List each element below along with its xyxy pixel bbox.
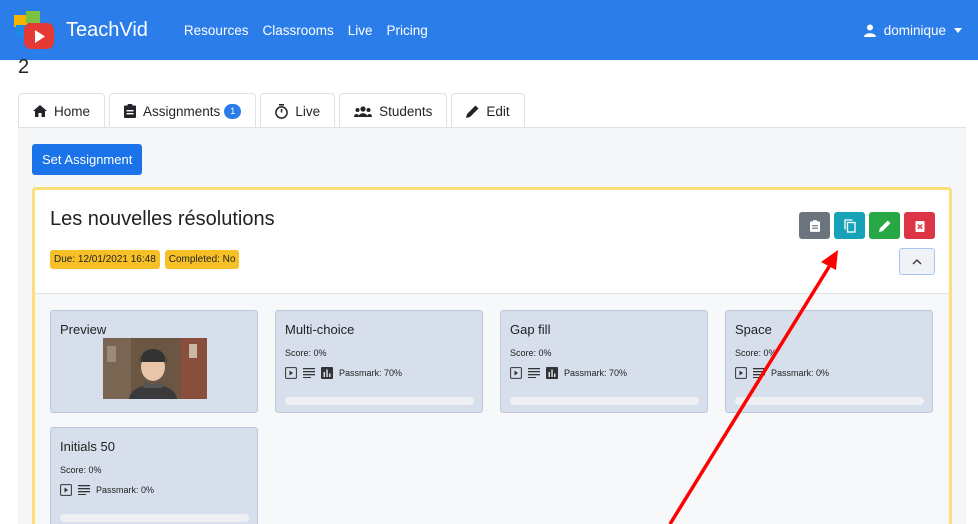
tab-label: Assignments [143,103,221,119]
activity-meta: Passmark: 0% [735,367,829,379]
activity-tile-preview[interactable]: Preview [50,310,258,413]
user-menu[interactable]: dominique [863,0,962,60]
page-number: 2 [18,56,30,78]
activity-title: Multi-choice [285,322,355,337]
activity-tile-space[interactable]: Space Score: 0% Passmark: 0% [725,310,933,413]
transcript-icon[interactable] [78,485,90,495]
tab-home[interactable]: Home [18,93,106,128]
assignment-actions [795,212,935,239]
activity-meta: Passmark: 70% [285,367,402,379]
video-thumbnail[interactable] [103,338,207,399]
activity-tile-gap-fill[interactable]: Gap fill Score: 0% Passmark: 70% [500,310,708,413]
play-icon[interactable] [735,367,747,379]
home-icon [33,105,47,117]
activity-score: Score: 0% [285,348,327,358]
passmark: Passmark: 0% [771,368,830,378]
user-name: dominique [883,22,946,38]
activity-title: Initials 50 [60,439,115,454]
clipboard-icon [809,219,820,232]
score-progress-bar [285,397,474,405]
stats-icon[interactable] [546,367,558,379]
passmark: Passmark: 70% [564,368,628,378]
transcript-icon[interactable] [528,368,540,378]
assignment-title: Les nouvelles résolutions [50,208,275,230]
copy-assignment-button[interactable] [834,212,865,239]
assignment-count-badge: 1 [224,103,242,119]
users-icon [354,105,373,117]
assignment-card-header: Les nouvelles résolutions Due: 12/01/202… [35,190,949,294]
stats-icon[interactable] [321,367,333,379]
score-progress-bar [510,397,699,405]
play-icon[interactable] [285,367,297,379]
activity-score: Score: 0% [510,348,552,358]
clipboard-icon [124,104,137,118]
assignment-badges: Due: 12/01/2021 16:48 Completed: No [50,250,244,269]
trash-icon [915,220,924,232]
view-assignment-button[interactable] [799,212,830,239]
passmark: Passmark: 70% [339,368,403,378]
stopwatch-icon [275,103,289,119]
activity-score: Score: 0% [735,348,777,358]
nav-link-live[interactable]: Live [348,23,373,38]
tab-bar: Home Assignments 1 Live Students Edit [18,93,529,128]
teachvid-logo-icon [10,5,60,55]
pencil-icon [466,105,479,118]
activity-title: Preview [60,322,107,337]
nav-link-classrooms[interactable]: Classrooms [262,23,333,38]
tab-label: Students [379,103,433,119]
score-progress-bar [60,514,249,522]
chevron-down-icon [954,27,962,33]
tab-label: Home [54,103,91,119]
activity-meta: Passmark: 70% [510,367,627,379]
tab-label: Live [295,103,321,119]
completed-badge: Completed: No [164,250,240,269]
activity-grid: Preview Multi-choice Score: 0% Passmark:… [35,294,949,524]
transcript-icon[interactable] [753,368,765,378]
delete-assignment-button[interactable] [904,212,935,239]
tab-label: Edit [486,103,510,119]
passmark: Passmark: 0% [96,485,155,495]
nav-link-pricing[interactable]: Pricing [386,23,427,38]
activity-score: Score: 0% [60,465,102,475]
nav-links: Resources Classrooms Live Pricing [184,23,442,38]
brand[interactable]: TeachVid [10,5,148,55]
top-navbar: TeachVid Resources Classrooms Live Prici… [0,0,978,60]
activity-tile-multi-choice[interactable]: Multi-choice Score: 0% Passmark: 70% [275,310,483,413]
collapse-button[interactable] [899,248,935,275]
assignments-panel: Set Assignment Les nouvelles résolutions… [18,127,966,524]
play-icon[interactable] [510,367,522,379]
copy-icon [843,218,856,233]
due-date-badge: Due: 12/01/2021 16:48 [50,250,160,269]
tab-students[interactable]: Students [339,93,448,128]
assignment-card: Les nouvelles résolutions Due: 12/01/202… [32,187,952,524]
brand-name: TeachVid [66,18,148,41]
nav-link-resources[interactable]: Resources [184,23,249,38]
chevron-up-icon [912,258,922,264]
activity-tile-initials-50[interactable]: Initials 50 Score: 0% Passmark: 0% [50,427,258,524]
user-icon [863,24,876,37]
pencil-icon [878,219,891,232]
activity-title: Gap fill [510,322,551,337]
tab-live[interactable]: Live [260,93,336,128]
play-icon[interactable] [60,484,72,496]
tab-assignments[interactable]: Assignments 1 [109,93,257,128]
edit-assignment-button[interactable] [869,212,900,239]
tab-edit[interactable]: Edit [451,93,525,128]
activity-title: Space [735,322,772,337]
activity-meta: Passmark: 0% [60,484,154,496]
transcript-icon[interactable] [303,368,315,378]
score-progress-bar [735,397,924,405]
set-assignment-button[interactable]: Set Assignment [32,144,143,175]
